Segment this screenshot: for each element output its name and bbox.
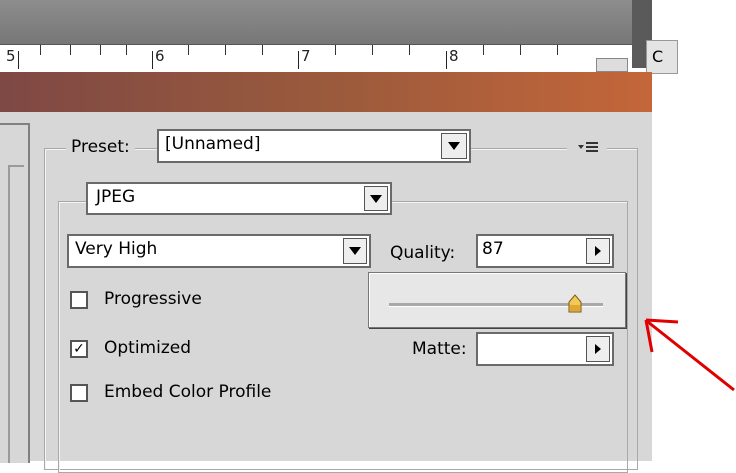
side-tab-label: C: [652, 47, 664, 66]
ruler-label-7: 7: [301, 47, 311, 65]
chevron-down-icon[interactable]: [364, 186, 388, 211]
matte-field[interactable]: [476, 332, 614, 366]
quality-preset-dropdown[interactable]: Very High: [67, 234, 371, 268]
ruler-label-6: 6: [155, 47, 165, 65]
progressive-checkbox[interactable]: [70, 291, 88, 309]
chevron-down-icon[interactable]: [441, 133, 467, 159]
file-format-dropdown[interactable]: JPEG: [86, 182, 392, 215]
red-annotation-arrow: [644, 318, 735, 392]
chevron-down-icon[interactable]: [343, 238, 367, 264]
preset-dropdown[interactable]: [Unnamed]: [157, 129, 471, 163]
left-preview-inner: [8, 165, 24, 463]
matte-arrow-icon[interactable]: [586, 336, 610, 362]
embed-color-profile-checkbox[interactable]: [70, 384, 88, 402]
quality-slider-thumb[interactable]: [568, 293, 582, 313]
quality-slider-popup: [368, 272, 626, 328]
ruler-label-5: 5: [6, 47, 16, 65]
panel-menu-icon[interactable]: [567, 137, 607, 157]
quality-value: 87: [482, 239, 504, 259]
embed-color-profile-label: Embed Color Profile: [104, 382, 272, 402]
scroll-corner[interactable]: [596, 58, 628, 72]
ruler-label-8: 8: [449, 47, 459, 65]
quality-preset-value: Very High: [75, 239, 158, 259]
dialog-title-bar: [0, 72, 652, 112]
optimized-checkbox[interactable]: ✓: [70, 340, 88, 358]
side-tab[interactable]: C: [646, 40, 678, 74]
preset-label: Preset:: [66, 137, 135, 157]
slider-toggle-arrow-icon[interactable]: [586, 238, 610, 264]
progressive-label: Progressive: [104, 289, 202, 309]
file-format-value: JPEG: [96, 187, 136, 207]
optimized-label: Optimized: [104, 338, 192, 358]
optimized-check-icon: ✓: [73, 341, 85, 357]
quality-label: Quality:: [390, 243, 456, 263]
horizontal-ruler: 5 6 7 8: [0, 44, 632, 69]
preset-value: [Unnamed]: [165, 134, 261, 154]
document-tab-bar: [0, 0, 632, 44]
quality-field[interactable]: 87: [476, 234, 614, 268]
matte-label: Matte:: [412, 339, 467, 359]
